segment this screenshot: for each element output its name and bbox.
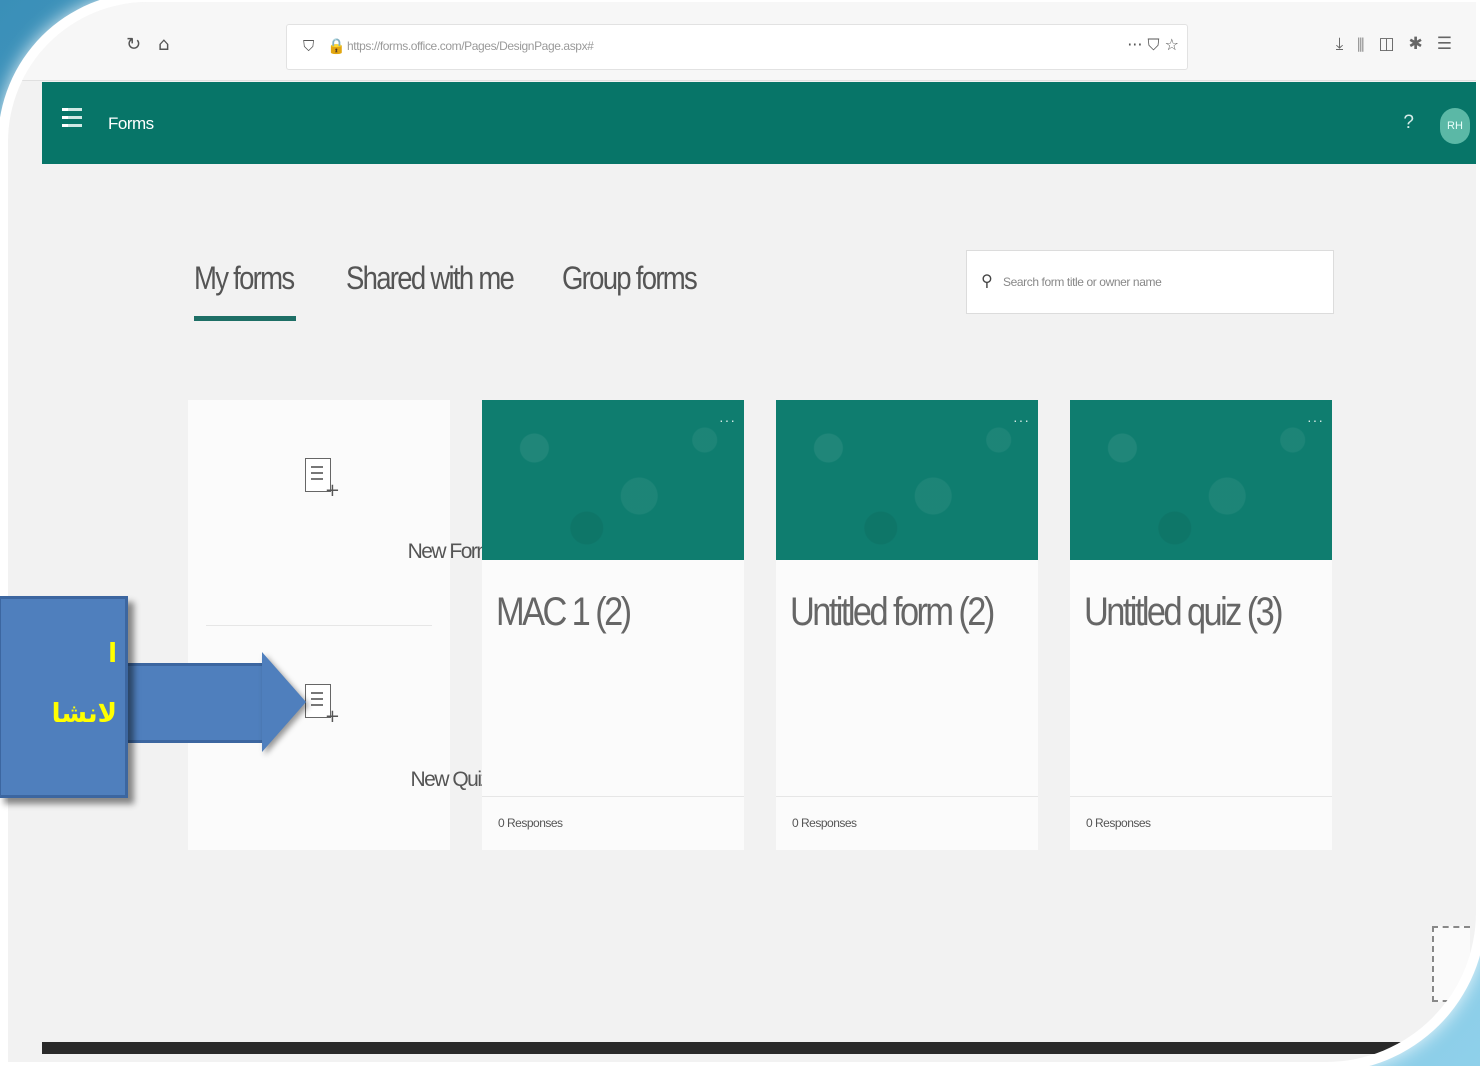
help-button[interactable]: ? [1403, 112, 1414, 134]
reload-icon[interactable]: ↻ [126, 34, 141, 55]
callout-arrow-head [262, 652, 306, 752]
more-options-icon[interactable]: ··· [1307, 412, 1324, 428]
form-thumbnail: ··· [776, 400, 1038, 560]
tab-shared-with-me[interactable]: Shared with me [346, 260, 515, 297]
pocket-icon[interactable]: ⛉ [1148, 35, 1160, 54]
url-actions[interactable]: ··· ⛉ ☆ [1127, 35, 1179, 55]
download-icon[interactable]: ⤓ [1336, 34, 1358, 54]
new-items-card: + New Form + New Quiz [188, 400, 494, 850]
bottom-bar [42, 1042, 1476, 1054]
new-quiz-icon: + [305, 684, 340, 727]
response-count: 0 Responses [498, 816, 563, 830]
form-thumbnail: ··· [1070, 400, 1332, 560]
form-thumbnail: ··· [482, 400, 744, 560]
app-name[interactable]: Forms [108, 114, 154, 134]
forms-app-bar: Forms ? RH [42, 82, 1476, 164]
search-icon: ⚲ [981, 271, 993, 290]
shield-icon: ⛉ [303, 37, 315, 55]
callout-line-2: لانشا [51, 699, 117, 729]
callout-arrow-shaft [118, 663, 268, 743]
search-box[interactable]: ⚲ Search form title or owner name [966, 250, 1334, 314]
screenshot-frame: ↻ ⌂ ⛉ 🔒 https://forms.office.com/Pages/D… [8, 2, 1476, 1062]
response-count: 0 Responses [792, 816, 857, 830]
divider [482, 796, 744, 797]
callout-line-1: ا [108, 639, 117, 669]
form-title: Untitled quiz (3) [1084, 590, 1284, 634]
new-form-icon: + [305, 458, 340, 501]
library-icon[interactable]: ⫴ [1357, 34, 1378, 54]
address-bar[interactable]: ⛉ 🔒 https://forms.office.com/Pages/Desig… [286, 24, 1188, 70]
feedback-button[interactable] [1432, 926, 1470, 1002]
app-launcher-icon[interactable] [62, 108, 82, 130]
new-form-button[interactable]: + New Form [188, 400, 494, 624]
divider [776, 796, 1038, 797]
response-count: 0 Responses [1086, 816, 1151, 830]
form-card[interactable]: ··· Untitled quiz (3) 0 Responses [1070, 400, 1332, 850]
annotation-callout: ا لانشا [0, 596, 128, 798]
browser-extensions: ⤓⫴◫✱☰ [1336, 34, 1466, 54]
form-title: Untitled form (2) [790, 590, 995, 634]
url-text: https://forms.office.com/Pages/DesignPag… [347, 39, 594, 53]
avatar[interactable]: RH [1440, 108, 1470, 144]
form-card[interactable]: ··· MAC 1 (2) 0 Responses [482, 400, 744, 850]
lock-icon: 🔒 [327, 37, 346, 55]
home-icon[interactable]: ⌂ [158, 34, 169, 55]
search-placeholder[interactable]: Search form title or owner name [1003, 275, 1162, 289]
extension-icon[interactable]: ✱ [1409, 34, 1437, 54]
active-tab-indicator [194, 316, 296, 321]
ellipsis-icon[interactable]: ··· [1127, 35, 1142, 54]
more-options-icon[interactable]: ··· [1013, 412, 1030, 428]
tab-my-forms[interactable]: My forms [194, 260, 295, 297]
more-options-icon[interactable]: ··· [719, 412, 736, 428]
divider [1070, 796, 1332, 797]
sidebar-icon[interactable]: ◫ [1378, 34, 1408, 54]
browser-toolbar: ↻ ⌂ ⛉ 🔒 https://forms.office.com/Pages/D… [8, 2, 1476, 81]
form-card[interactable]: ··· Untitled form (2) 0 Responses [776, 400, 1038, 850]
bookmark-star-icon[interactable]: ☆ [1165, 35, 1179, 54]
form-title: MAC 1 (2) [496, 590, 632, 634]
tab-group-forms[interactable]: Group forms [562, 260, 698, 297]
menu-icon[interactable]: ☰ [1437, 34, 1466, 54]
